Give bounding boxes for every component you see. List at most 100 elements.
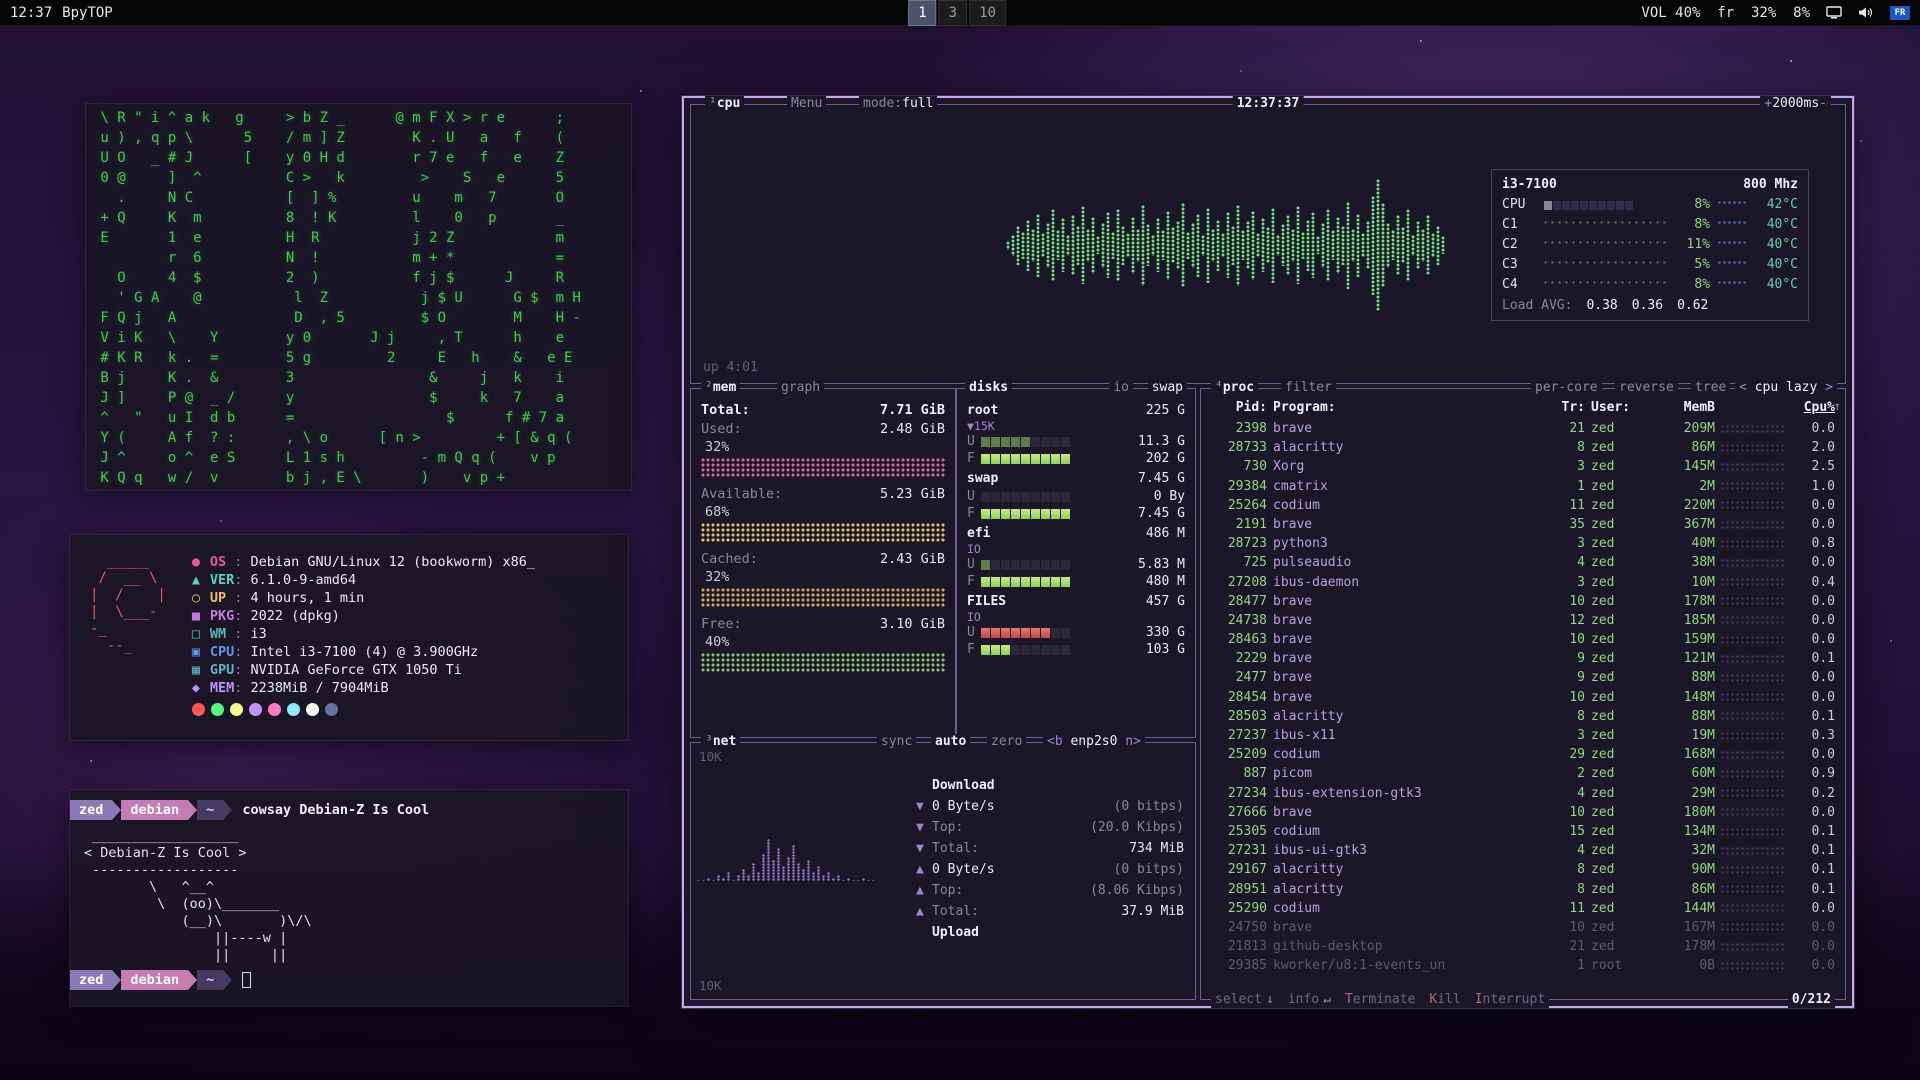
proc-row[interactable]: 24738brave12zed185M0.0 xyxy=(1201,611,1845,630)
sort-direction-icon[interactable]: ↑ xyxy=(1834,399,1841,413)
net-zero-tab[interactable]: zero xyxy=(987,734,1026,750)
download-row: ▼Total:734 MiB xyxy=(916,838,1184,859)
proc-user: root xyxy=(1591,956,1651,975)
iface-prev-button[interactable]: <b xyxy=(1047,734,1063,749)
proc-row[interactable]: 27231ibus-ui-gtk34zed32M0.1 xyxy=(1201,841,1845,860)
cpu-core-row: C48%40°C xyxy=(1502,275,1798,295)
proc-row[interactable]: 28477brave10zed178M0.0 xyxy=(1201,592,1845,611)
keyboard-layout-flag[interactable]: FR xyxy=(1890,6,1910,20)
meter-cell xyxy=(981,560,990,570)
cowsay-terminal[interactable]: zeddebian~ cowsay Debian-Z Is Cool _____… xyxy=(70,790,628,1006)
header-user[interactable]: User: xyxy=(1591,400,1651,415)
meter-cell xyxy=(1031,509,1040,519)
header-cpu[interactable]: Cpu% xyxy=(1791,400,1835,415)
kill-button[interactable]: Kill xyxy=(1429,992,1460,1008)
proc-filter-tab[interactable]: filter xyxy=(1281,380,1336,396)
proc-row[interactable]: 29384cmatrix1zed2M1.0 xyxy=(1201,477,1845,496)
sort-prev-button[interactable]: < xyxy=(1739,380,1747,395)
proc-mem: 145M xyxy=(1657,457,1715,476)
iface-next-button[interactable]: n> xyxy=(1125,734,1141,749)
proc-row[interactable]: 27208ibus-daemon3zed10M0.4 xyxy=(1201,573,1845,592)
net-sync-tab[interactable]: sync xyxy=(877,734,916,750)
proc-row[interactable]: 21813github-desktop21zed178M0.0 xyxy=(1201,937,1845,956)
proc-row[interactable]: 29167alacritty8zed90M0.1 xyxy=(1201,860,1845,879)
cpu-graph-bar xyxy=(1061,218,1065,272)
net-interface-selector[interactable]: <b enp2s0 n> xyxy=(1043,734,1145,750)
proc-row[interactable]: 2191brave35zed367M0.0 xyxy=(1201,515,1845,534)
proc-sort-selector[interactable]: < cpu lazy > xyxy=(1735,380,1837,396)
core-usage: 11% xyxy=(1672,235,1710,255)
menu-button[interactable]: Menu xyxy=(787,96,826,112)
meter-cell xyxy=(1607,201,1615,210)
proc-row[interactable]: 730Xorg3zed145M2.5 xyxy=(1201,457,1845,476)
footer-hotkey: I xyxy=(1475,992,1483,1007)
header-mem[interactable]: MemB xyxy=(1657,400,1715,415)
disks-swap-tab[interactable]: swap xyxy=(1148,380,1187,396)
proc-row[interactable]: 725pulseaudio4zed38M0.0 xyxy=(1201,553,1845,572)
proc-reverse-tab[interactable]: reverse xyxy=(1615,380,1678,396)
proc-tree-tab[interactable]: tree xyxy=(1691,380,1730,396)
proc-row[interactable]: 2229brave9zed121M0.1 xyxy=(1201,649,1845,668)
direction-arrow-icon: ▼ xyxy=(916,796,932,817)
cmatrix-terminal[interactable]: \ R " i ^ a k g > b Z _ @ m F X > r e ; … xyxy=(86,104,631,490)
mode-toggle[interactable]: mode:full xyxy=(859,96,937,112)
proc-row[interactable]: 28503alacritty8zed88M0.1 xyxy=(1201,707,1845,726)
proc-row[interactable]: 28723python33zed40M0.8 xyxy=(1201,534,1845,553)
net-auto-tab[interactable]: auto xyxy=(931,734,970,750)
proc-user: zed xyxy=(1591,573,1651,592)
interrupt-button[interactable]: Interrupt xyxy=(1475,992,1545,1008)
mem-graph-tab[interactable]: graph xyxy=(777,380,824,396)
proc-row[interactable]: 25305codium15zed134M0.1 xyxy=(1201,822,1845,841)
proc-per-core-tab[interactable]: per-core xyxy=(1531,380,1602,396)
proc-row[interactable]: 29385kworker/u8:1-events_un1root0B0.0 xyxy=(1201,956,1845,975)
proc-mem: 168M xyxy=(1657,745,1715,764)
info-button[interactable]: info↵ xyxy=(1288,992,1331,1008)
powerline-arrow-icon xyxy=(223,970,232,990)
workspace-3[interactable]: 3 xyxy=(939,0,967,26)
net-graph-bar xyxy=(752,863,755,881)
fetch-terminal[interactable]: _____ / __ \ | / | | \___- -_ --_ ●OS : … xyxy=(70,535,628,740)
proc-row[interactable]: 28463brave10zed159M0.0 xyxy=(1201,630,1845,649)
meter-cell xyxy=(1061,492,1070,502)
proc-row[interactable]: 887picom2zed60M0.9 xyxy=(1201,764,1845,783)
disks-io-tab[interactable]: io xyxy=(1109,380,1133,396)
proc-row[interactable]: 2477brave9zed88M0.0 xyxy=(1201,668,1845,687)
fetch-line: □WM : i3 xyxy=(192,625,535,643)
speaker-icon[interactable] xyxy=(1858,6,1874,19)
fetch-line: ○UP : 4 hours, 1 min xyxy=(192,589,535,607)
core-usage: 8% xyxy=(1672,195,1710,215)
proc-row[interactable]: 27666brave10zed180M0.0 xyxy=(1201,803,1845,822)
proc-row[interactable]: 27234ibus-extension-gtk34zed29M0.2 xyxy=(1201,784,1845,803)
net-box-name: net xyxy=(713,734,736,749)
proc-row[interactable]: 28733alacritty8zed86M2.0 xyxy=(1201,438,1845,457)
direction-arrow-icon: ▼ xyxy=(916,838,932,859)
header-threads[interactable]: Tr: xyxy=(1551,400,1585,415)
proc-row[interactable]: 27237ibus-x113zed19M0.3 xyxy=(1201,726,1845,745)
proc-row[interactable]: 25290codium11zed144M0.0 xyxy=(1201,899,1845,918)
cpu-graph-bar xyxy=(1391,230,1395,260)
meter-cell xyxy=(991,509,1000,519)
proc-row[interactable]: 28454brave10zed148M0.0 xyxy=(1201,688,1845,707)
terminate-button[interactable]: Terminate xyxy=(1345,992,1415,1008)
proc-row[interactable]: 24750brave10zed167M0.0 xyxy=(1201,918,1845,937)
proc-row[interactable]: 28951alacritty8zed86M0.1 xyxy=(1201,880,1845,899)
sort-next-button[interactable]: > xyxy=(1825,380,1833,395)
display-icon[interactable] xyxy=(1826,6,1842,19)
proc-row[interactable]: 25264codium11zed220M0.0 xyxy=(1201,496,1845,515)
meter-cell xyxy=(1011,577,1020,587)
select-button[interactable]: select↓ xyxy=(1215,992,1274,1008)
terminal-cursor[interactable] xyxy=(242,972,251,988)
meter-cell xyxy=(1041,454,1050,464)
proc-row[interactable]: 25209codium29zed168M0.0 xyxy=(1201,745,1845,764)
shell-prompt[interactable]: zeddebian~ xyxy=(70,970,628,990)
net-graph-bar xyxy=(807,860,810,881)
header-program[interactable]: Program: xyxy=(1273,400,1545,415)
header-pid[interactable]: Pid: xyxy=(1211,400,1267,415)
proc-row[interactable]: 2398brave21zed209M0.0 xyxy=(1201,419,1845,438)
interval-minus-button[interactable]: - xyxy=(1819,96,1827,111)
workspace-1[interactable]: 1 xyxy=(908,0,936,26)
disk-meter-value: 0 By xyxy=(1133,489,1185,504)
cpu-graph-bar xyxy=(1416,221,1420,269)
workspace-10[interactable]: 10 xyxy=(969,0,1006,26)
fetch-label: GPU xyxy=(210,662,234,678)
